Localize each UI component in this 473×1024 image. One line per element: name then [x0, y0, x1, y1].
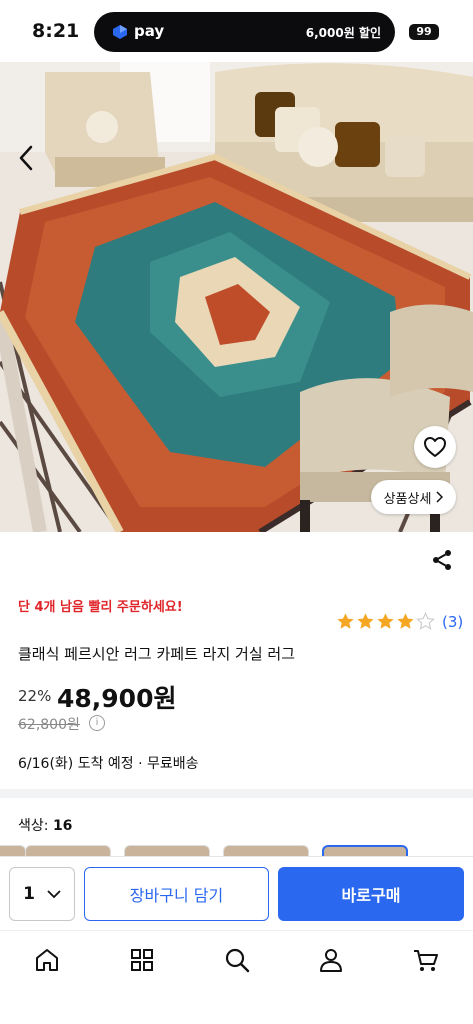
status-time: 8:21	[32, 20, 80, 42]
urgency-suffix: 남음 빨리 주문하세요!	[55, 600, 183, 615]
color-value: 16	[52, 818, 73, 834]
back-button[interactable]	[12, 140, 40, 176]
heart-icon	[424, 437, 446, 457]
nav-cart[interactable]	[411, 945, 441, 975]
chevron-down-icon	[47, 889, 61, 898]
info-icon[interactable]: i	[89, 715, 105, 731]
bottom-navigation	[0, 930, 473, 1024]
color-label-text: 색상:	[18, 818, 49, 834]
cart-icon	[414, 950, 438, 971]
delivery-info: 6/16(화) 도착 예정 · 무료배송	[18, 756, 199, 772]
share-button[interactable]	[430, 548, 454, 572]
buy-now-button[interactable]: 바로구매	[278, 867, 464, 921]
pay-promo-text: 6,000원 할인	[305, 26, 381, 40]
star-filled-icon	[377, 613, 394, 629]
nav-category[interactable]	[127, 945, 157, 975]
battery-indicator: 99	[409, 24, 439, 40]
purchase-action-bar: 1 장바구니 담기 바로구매	[0, 856, 473, 930]
add-to-cart-button[interactable]: 장바구니 담기	[84, 867, 269, 921]
product-detail-label: 상품상세	[383, 491, 432, 507]
star-filled-icon	[357, 613, 374, 629]
rug-room-illustration	[0, 62, 473, 532]
star-empty-icon	[416, 612, 435, 630]
share-icon	[433, 550, 451, 570]
original-price: 62,800원	[18, 717, 80, 733]
discount-rate: 22%	[18, 687, 52, 705]
product-detail-button[interactable]: 상품상세	[371, 480, 456, 514]
pay-promo-pill[interactable]: pay 6,000원 할인	[94, 12, 395, 52]
color-option-label: 색상: 16	[18, 815, 72, 835]
pay-label: pay	[134, 22, 165, 40]
urgency-prefix: 단	[18, 600, 35, 615]
category-grid-icon	[131, 949, 153, 971]
star-filled-icon	[397, 613, 414, 629]
quantity-select[interactable]: 1	[9, 867, 75, 921]
urgency-count: 4개	[34, 600, 56, 615]
chevron-left-icon	[19, 145, 33, 171]
quantity-value: 1	[23, 884, 35, 904]
wishlist-button[interactable]	[414, 426, 456, 468]
review-count[interactable]: (3)	[442, 613, 463, 631]
product-title: 클래식 페르시안 러그 카페트 라지 거실 러그	[18, 645, 296, 663]
stock-urgency-text: 단 4개 남음 빨리 주문하세요!	[18, 596, 183, 615]
nav-my-page[interactable]	[316, 945, 346, 975]
search-icon	[225, 948, 250, 973]
product-image[interactable]	[0, 62, 473, 532]
star-filled-icon	[337, 613, 354, 629]
sale-price: 48,900원	[57, 684, 177, 713]
rating[interactable]: (3)	[336, 612, 463, 631]
pay-logo-icon	[113, 25, 127, 39]
section-divider	[0, 789, 473, 798]
nav-home[interactable]	[32, 945, 62, 975]
nav-search[interactable]	[222, 945, 252, 975]
user-icon	[320, 949, 342, 972]
status-bar: 8:21 pay 6,000원 할인 99	[0, 0, 473, 62]
home-icon	[36, 949, 58, 971]
chevron-right-icon	[436, 491, 444, 503]
